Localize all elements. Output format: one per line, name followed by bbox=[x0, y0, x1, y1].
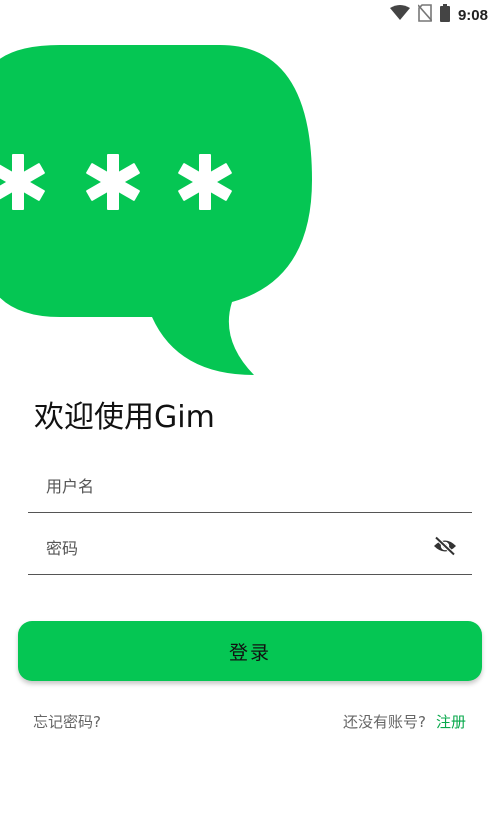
status-bar: 9:08 bbox=[0, 0, 500, 30]
status-time: 9:08 bbox=[457, 6, 488, 24]
forgot-password-link[interactable]: 忘记密码? bbox=[33, 711, 101, 732]
battery-icon bbox=[439, 4, 450, 26]
register-area: 还没有账号? 注册 bbox=[343, 711, 466, 732]
password-input[interactable] bbox=[46, 533, 426, 563]
login-button[interactable]: 登录 bbox=[18, 621, 482, 681]
no-account-label: 还没有账号? bbox=[343, 713, 426, 731]
password-field[interactable] bbox=[28, 519, 472, 575]
wifi-icon bbox=[389, 5, 410, 25]
status-icons: 9:08 bbox=[389, 4, 488, 26]
login-screen: 9:08 欢迎使用Gim 用户名 登录 忘记密码? 还没有账号? 注册 bbox=[0, 0, 500, 838]
register-link[interactable]: 注册 bbox=[436, 713, 466, 731]
password-speech-bubble-icon bbox=[0, 40, 330, 385]
no-sim-icon bbox=[417, 4, 433, 26]
username-field[interactable] bbox=[28, 457, 472, 513]
eye-off-icon[interactable] bbox=[432, 533, 458, 559]
username-input[interactable] bbox=[46, 471, 426, 501]
welcome-title: 欢迎使用Gim bbox=[34, 400, 215, 435]
